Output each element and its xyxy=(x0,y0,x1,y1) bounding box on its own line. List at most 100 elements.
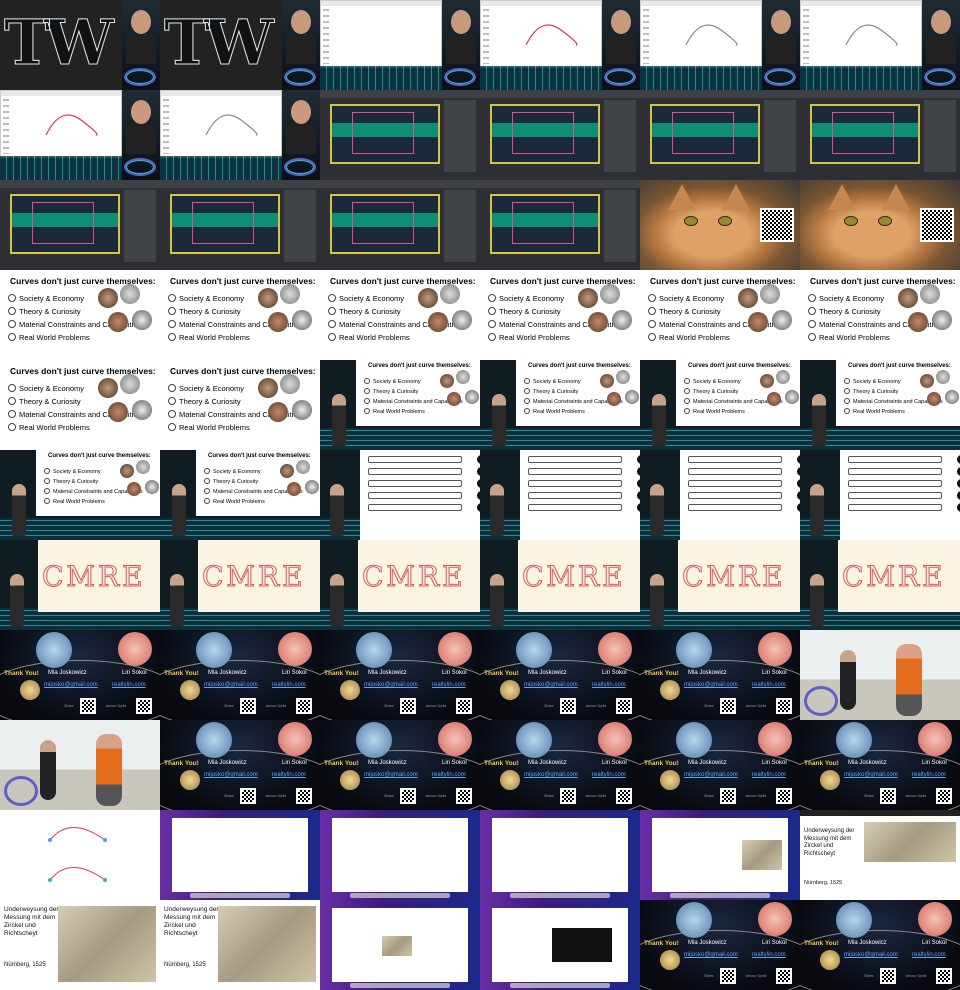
frame-drawing-app xyxy=(0,90,160,180)
frame-part xyxy=(800,630,960,720)
frame-part: Liri Sokol xyxy=(122,670,147,676)
frame-part xyxy=(280,464,294,478)
frame-part xyxy=(803,9,809,64)
frame-part: Theory & Curiosity xyxy=(684,388,738,395)
frame-part xyxy=(611,10,631,34)
frame-slide-curves: Curves don't just curve themselves: Socie… xyxy=(640,270,800,360)
frame-part xyxy=(332,908,468,982)
frame-part xyxy=(688,468,782,475)
frame-slide-curves: Curves don't just curve themselves: Socie… xyxy=(160,270,320,360)
frame-part: Underweysung der Messung mit dem Zirckel… xyxy=(804,828,855,857)
frame-part: Amour Sprite xyxy=(426,794,447,798)
frame-part xyxy=(926,34,956,64)
frame-part xyxy=(488,333,496,341)
frame-part xyxy=(500,770,520,790)
frame-part xyxy=(562,790,574,802)
frame-thank-you: Thank You! Mia Joskowicz Liri Sokol mijosko… xyxy=(320,720,480,810)
frame-part: Nürnberg, 1525 xyxy=(4,962,46,968)
frame-part xyxy=(170,574,184,626)
thank-you-text: Thank You! xyxy=(324,760,359,767)
frame-part: Nürnberg, 1525 xyxy=(164,962,206,968)
frame-part xyxy=(820,770,840,790)
frame-part xyxy=(340,680,360,700)
frame-part xyxy=(480,90,640,98)
qr-code-icon xyxy=(136,698,152,714)
frame-part xyxy=(286,34,316,64)
frame-part xyxy=(118,632,152,666)
frame-part xyxy=(848,468,942,475)
frame-slide-curves: Curves don't just curve themselves: Socie… xyxy=(800,270,960,360)
frame-part xyxy=(808,307,816,315)
curve-letters: CMRE xyxy=(362,560,466,594)
frame-part xyxy=(328,294,336,302)
frame-part xyxy=(268,312,288,332)
frame-part xyxy=(864,822,956,862)
frame-cad-drawing xyxy=(640,90,800,180)
frame-part xyxy=(836,722,872,758)
frame-part: Society & Economy xyxy=(684,378,741,385)
frame-part xyxy=(844,216,858,226)
frame-part xyxy=(524,378,530,384)
frame-part xyxy=(0,720,160,810)
frame-thank-you: Thank You! Mia Joskowicz Liri Sokol mijosko… xyxy=(0,630,160,720)
frame-part xyxy=(190,893,290,898)
frame-part: Real World Problems xyxy=(168,423,250,432)
frame-part xyxy=(758,632,792,666)
frame-part xyxy=(340,770,360,790)
frame-part: Real World Problems xyxy=(8,333,90,342)
frame-part xyxy=(483,9,489,64)
frame-part xyxy=(447,392,461,406)
frame-part: realtylin.com xyxy=(912,952,946,958)
frame-part xyxy=(172,818,308,892)
frame-part xyxy=(287,482,301,496)
frame-part xyxy=(524,388,530,394)
frame-part: Theory & Curiosity xyxy=(168,307,241,316)
frame-part: CMRE xyxy=(678,540,800,612)
frame-cad-drawing xyxy=(320,180,480,270)
frame-thank-you: Thank You! Mia Joskowicz Liri Sokol mijosko… xyxy=(800,720,960,810)
frame-part xyxy=(444,190,476,262)
frame-part: Society & Economy xyxy=(168,384,244,393)
frame-part xyxy=(291,10,311,34)
frame-part: Thank You! Mia Joskowicz Liri Sokol mijosko… xyxy=(800,720,960,810)
frame-part: Curves don't just curve themselves: Socie… xyxy=(800,270,960,360)
curve-letters: CMRE xyxy=(42,560,146,594)
frame-part: Society & Economy xyxy=(648,294,724,303)
frame-part: Curves don't just curve themselves: Socie… xyxy=(0,270,160,360)
frame-part xyxy=(161,91,281,96)
frame-part: Mia Joskowicz xyxy=(48,670,87,676)
frame-part xyxy=(364,408,370,414)
qr-code-icon xyxy=(720,788,736,804)
frame-part: Curves don't just curve themselves: Socie… xyxy=(356,360,480,426)
frame-thank-you: Thank You! Mia Joskowicz Liri Sokol mijosko… xyxy=(640,720,800,810)
frame-part: Theory & Curiosity xyxy=(8,397,81,406)
frame-part xyxy=(48,878,52,882)
frame-part xyxy=(446,34,476,64)
frame-part xyxy=(685,24,738,46)
frame-part: Theory & Curiosity xyxy=(488,307,561,316)
thank-you-text: Thank You! xyxy=(804,760,839,767)
frame-part xyxy=(722,700,734,712)
frame-part xyxy=(898,288,918,308)
frame-part xyxy=(168,384,176,392)
frame-part xyxy=(490,104,600,164)
frame-part xyxy=(766,34,796,64)
frame-part: Curves don't just curve themselves: xyxy=(48,453,151,459)
logo-ring-icon xyxy=(284,68,316,86)
frame-part: CMRE xyxy=(198,540,320,612)
frame-part: mijosko@gmail.com xyxy=(684,682,738,688)
frame-part xyxy=(136,460,150,474)
frame-part xyxy=(8,333,16,341)
frame-slide-curves: Curves don't just curve themselves: Socie… xyxy=(0,360,160,450)
frame-part: Slides xyxy=(704,794,714,798)
frame-part xyxy=(168,423,176,431)
frame-part xyxy=(490,484,504,536)
frame-part xyxy=(844,378,850,384)
frame-part xyxy=(1,91,121,96)
speaker-inset xyxy=(922,0,960,90)
frame-part: Mia Joskowicz xyxy=(208,670,247,676)
frame-part xyxy=(606,34,636,64)
frame-part xyxy=(328,307,336,315)
frame-part xyxy=(320,810,480,900)
frame-thank-you: Thank You! Mia Joskowicz Liri Sokol mijosko… xyxy=(480,630,640,720)
